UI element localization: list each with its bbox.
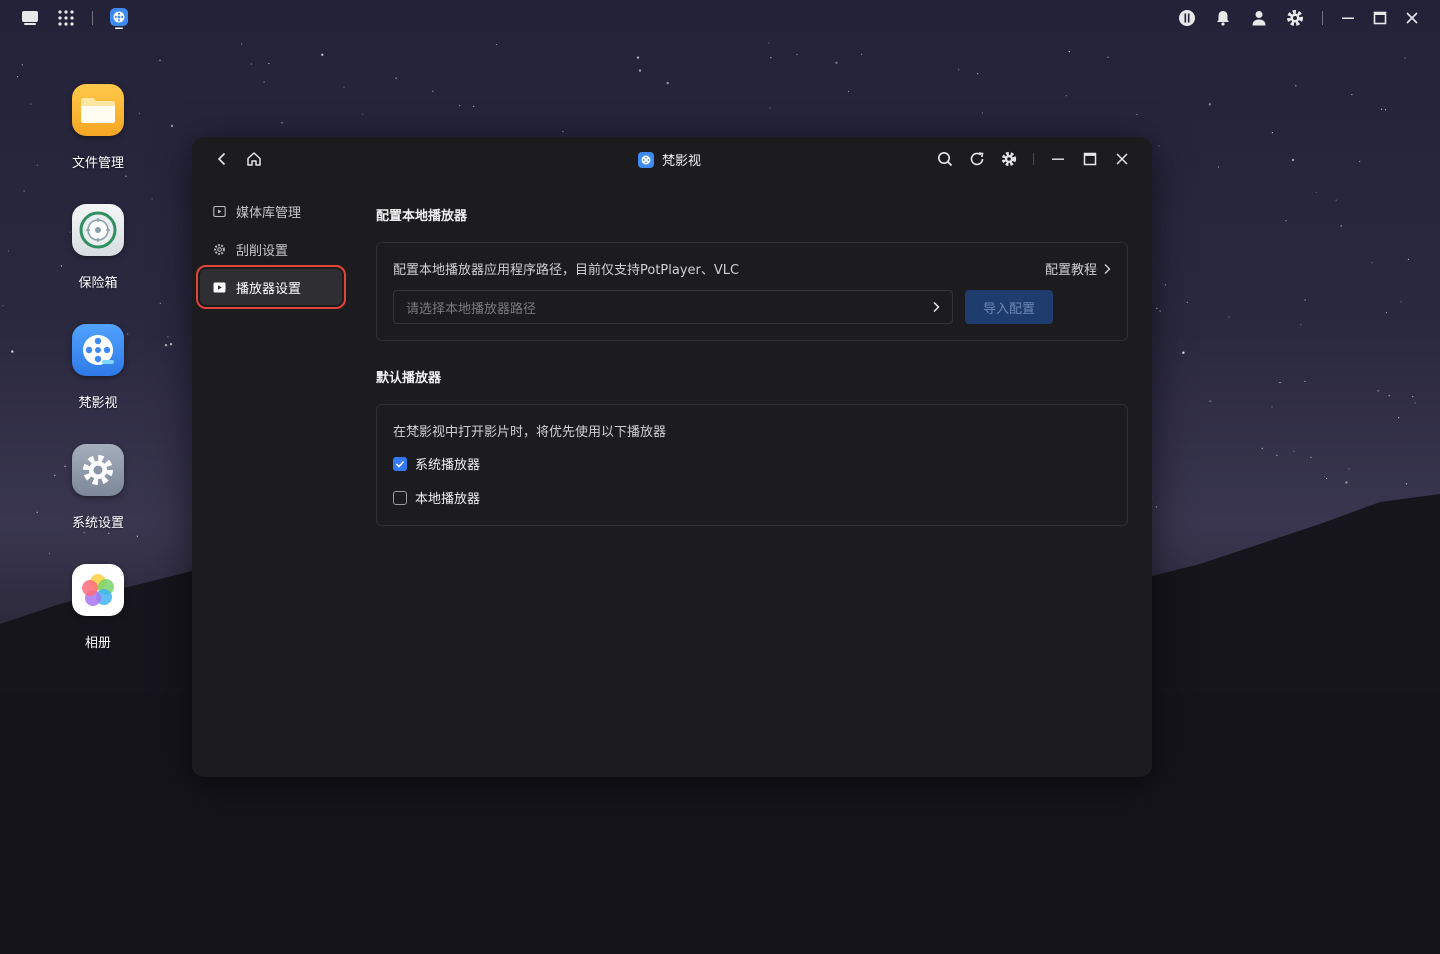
- desktop-shortcut-label: 系统设置: [71, 516, 124, 531]
- default-player-description: 在梵影视中打开影片时，将优先使用以下播放器: [393, 425, 667, 440]
- option-system-player[interactable]: 系统播放器: [393, 454, 1111, 473]
- tutorial-link[interactable]: 配置教程: [1045, 259, 1111, 278]
- back-icon[interactable]: [212, 149, 232, 169]
- checkbox-checked[interactable]: [393, 456, 407, 471]
- scrape-settings-icon: [212, 242, 226, 256]
- film-reel-icon: [72, 324, 124, 376]
- close-icon[interactable]: [1402, 8, 1422, 28]
- option-label: 系统播放器: [415, 458, 481, 473]
- desktop-shortcut-safe[interactable]: 保险箱: [58, 204, 138, 291]
- fanyingshi-app-icon: [638, 151, 654, 168]
- bell-icon[interactable]: [1213, 8, 1233, 28]
- home-icon[interactable]: [244, 149, 264, 169]
- power-icon[interactable]: [1177, 8, 1197, 28]
- sidebar-item-player-settings[interactable]: 播放器设置: [196, 265, 346, 309]
- desktop-shortcut-label: 相册: [84, 636, 111, 651]
- window-header: 梵影视: [192, 137, 1152, 181]
- maximize-icon[interactable]: [1370, 8, 1390, 28]
- taskbar: [0, 0, 1440, 36]
- taskbar-divider: [1322, 11, 1323, 25]
- desktop-shortcut-label: 保险箱: [78, 276, 118, 291]
- tutorial-link-label: 配置教程: [1044, 263, 1097, 278]
- window-title-text: 梵影视: [662, 154, 702, 169]
- maximize-icon[interactable]: [1080, 149, 1100, 169]
- desktop-shortcut-label: 文件管理: [71, 156, 124, 171]
- media-library-icon: [212, 204, 226, 218]
- default-player-card: 在梵影视中打开影片时，将优先使用以下播放器 系统播放器 本地播放器: [376, 404, 1128, 526]
- gear-icon: [72, 444, 124, 496]
- fanyingshi-app-icon[interactable]: [109, 8, 129, 29]
- sidebar-item-label: 播放器设置: [236, 281, 302, 297]
- local-player-description: 配置本地播放器应用程序路径，目前仅支持PotPlayer、VLC: [393, 263, 740, 278]
- app-window: 梵影视 媒体库管理 刮削设置 播放器设置 配置本地播放器 配置本地播放器应用程序…: [192, 137, 1152, 777]
- photos-icon: [72, 564, 124, 616]
- sidebar-item-media-library[interactable]: 媒体库管理: [200, 193, 342, 229]
- desktop-shortcut-fanyingshi[interactable]: 梵影视: [58, 324, 138, 411]
- section-title-default-player: 默认播放器: [376, 371, 442, 386]
- desktop-shortcut-label: 梵影视: [78, 396, 118, 411]
- minimize-icon[interactable]: [1338, 8, 1358, 28]
- sidebar-item-scrape-settings[interactable]: 刮削设置: [200, 231, 342, 267]
- user-icon[interactable]: [1249, 8, 1269, 28]
- settings-sidebar: 媒体库管理 刮削设置 播放器设置: [196, 193, 346, 309]
- option-local-player[interactable]: 本地播放器: [393, 488, 1111, 507]
- gear-icon[interactable]: [1285, 8, 1305, 28]
- refresh-icon[interactable]: [967, 149, 987, 169]
- option-label: 本地播放器: [415, 492, 481, 507]
- sidebar-item-label: 媒体库管理: [236, 205, 302, 221]
- desktop-shortcut-file-manager[interactable]: 文件管理: [58, 84, 138, 171]
- taskbar-divider: [92, 11, 93, 25]
- player-path-selector[interactable]: 请选择本地播放器路径: [393, 290, 953, 324]
- checkbox-unchecked[interactable]: [393, 490, 407, 505]
- gear-icon[interactable]: [999, 149, 1019, 169]
- safe-icon: [72, 204, 124, 256]
- section-title-local-player: 配置本地播放器: [376, 209, 468, 224]
- import-config-button[interactable]: 导入配置: [965, 290, 1053, 324]
- settings-content: 配置本地播放器 配置本地播放器应用程序路径，目前仅支持PotPlayer、VLC…: [376, 205, 1128, 526]
- search-icon[interactable]: [935, 149, 955, 169]
- header-divider: [1033, 153, 1034, 165]
- player-icon: [212, 280, 226, 294]
- sidebar-item-label: 刮削设置: [236, 243, 289, 259]
- desktop-icon[interactable]: [20, 8, 40, 28]
- desktop-shortcut-system-settings[interactable]: 系统设置: [58, 444, 138, 531]
- chevron-right-icon: [933, 301, 940, 313]
- chevron-right-icon: [1104, 263, 1111, 274]
- minimize-icon[interactable]: [1048, 149, 1068, 169]
- folder-icon: [72, 84, 124, 136]
- close-icon[interactable]: [1112, 149, 1132, 169]
- window-title: 梵影视: [638, 150, 701, 169]
- player-path-placeholder: 请选择本地播放器路径: [406, 301, 537, 317]
- app-grid-icon[interactable]: [56, 8, 76, 28]
- desktop-shortcut-photos[interactable]: 相册: [58, 564, 138, 651]
- local-player-card: 配置本地播放器应用程序路径，目前仅支持PotPlayer、VLC 配置教程 请选…: [376, 242, 1128, 341]
